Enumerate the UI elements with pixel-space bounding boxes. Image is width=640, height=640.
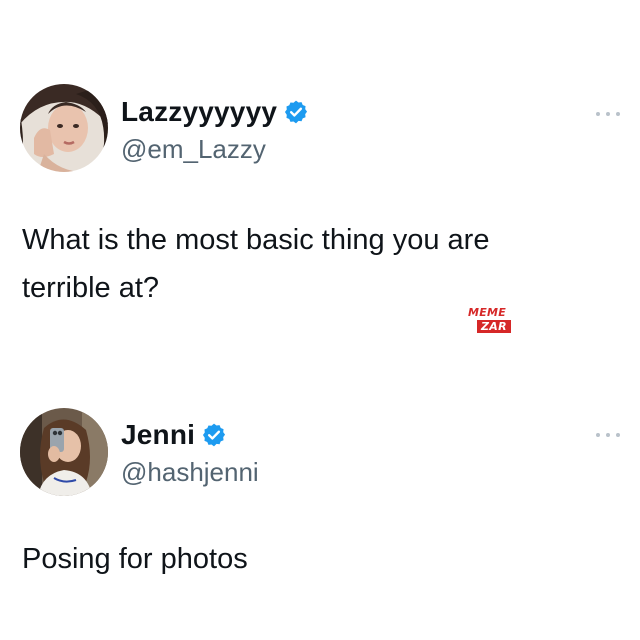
avatar-image-jenni <box>20 408 108 496</box>
avatar[interactable] <box>20 84 108 172</box>
watermark-logo: MEME ZAR <box>466 307 516 337</box>
author-name-row: Lazzyyyyyy <box>121 95 309 129</box>
verified-badge-icon <box>283 99 309 125</box>
user-handle[interactable]: @hashjenni <box>121 456 259 488</box>
display-name[interactable]: Lazzyyyyyy <box>121 95 277 129</box>
avatar-image-lazzy <box>20 84 108 172</box>
tweet-text: What is the most basic thing you are ter… <box>22 224 490 304</box>
avatar[interactable] <box>20 408 108 496</box>
author-name-row: Jenni <box>121 418 227 452</box>
tweet-card[interactable]: Lazzyyyyyy @em_Lazzy What is the most ba… <box>0 0 640 380</box>
more-options-icon[interactable] <box>596 430 620 440</box>
display-name[interactable]: Jenni <box>121 418 195 452</box>
verified-badge-icon <box>201 422 227 448</box>
more-options-icon[interactable] <box>596 109 620 119</box>
user-handle[interactable]: @em_Lazzy <box>121 133 266 165</box>
tweet-card[interactable]: Jenni @hashjenni Posing for photos <box>0 380 640 640</box>
tweet-text: Posing for photos <box>22 543 248 575</box>
